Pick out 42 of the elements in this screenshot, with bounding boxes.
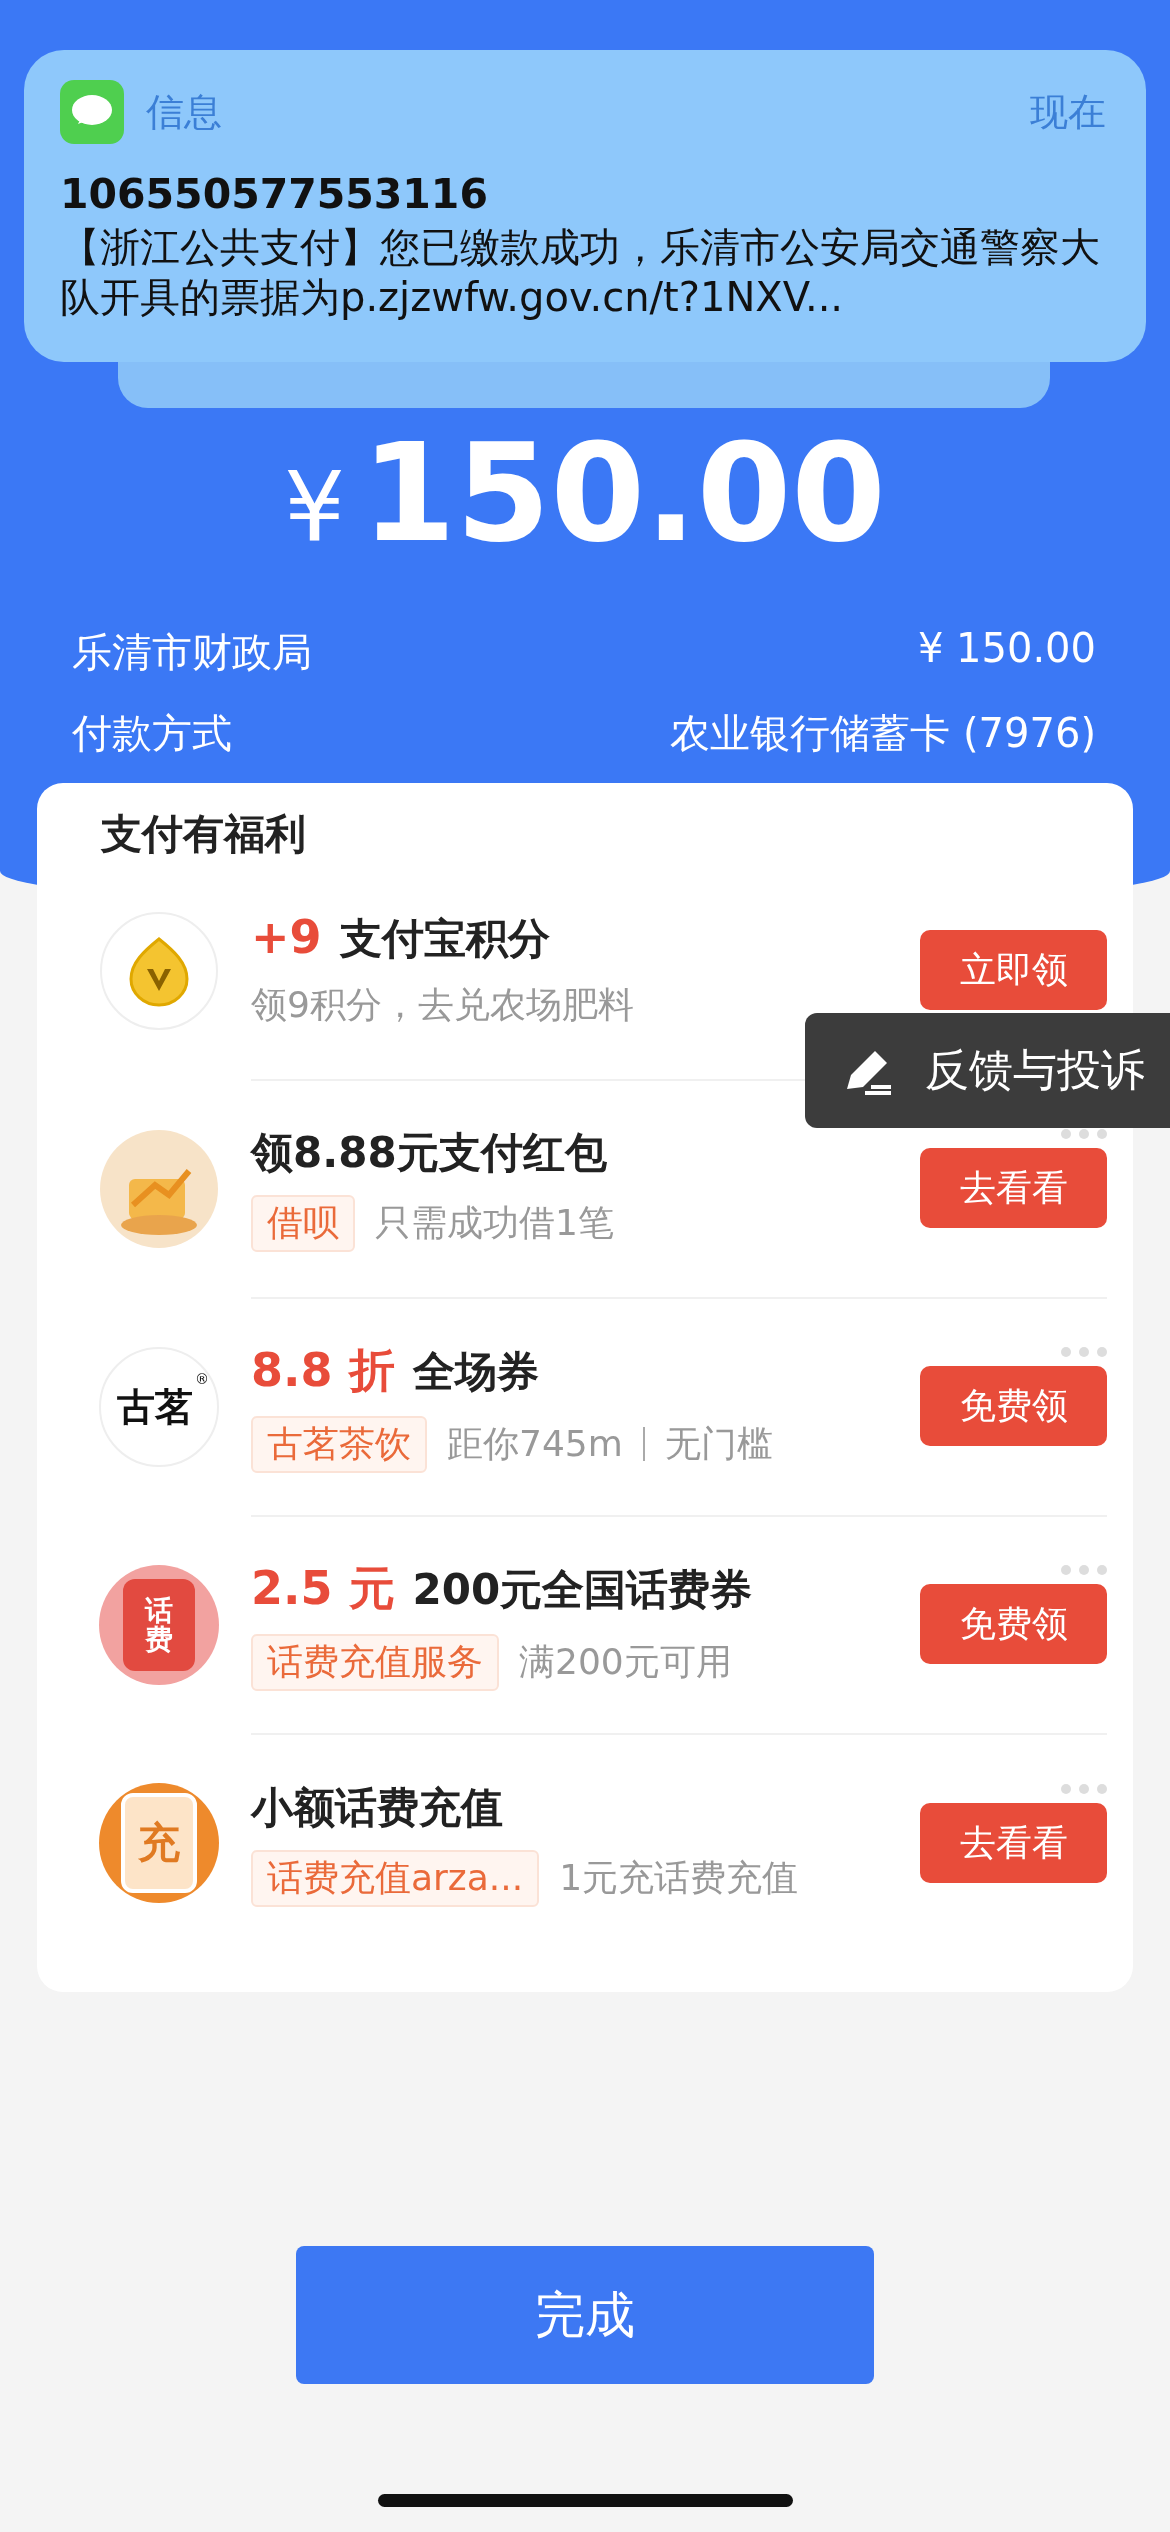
logo-text: 古茗 [117,1382,193,1431]
done-button[interactable]: 完成 [296,2246,874,2384]
benefit-title: 领8.88元支付红包 [251,1126,607,1179]
benefit-description: 领9积分，去兑农场肥料 [251,983,634,1027]
benefit-title: 小额话费充值 [251,1781,503,1834]
merchant-tag: 话费充值服务 [251,1633,499,1691]
notification-banner[interactable]: 信息 现在 106550577553116 【浙江公共支付】您已缴款成功，乐清市公安局交通警察大队开具的票据为p.zjzwfw.gov.cn/t?1NXV... [24,50,1146,362]
merchant-tag: 借呗 [251,1194,355,1252]
claim-button[interactable]: 去看看 [920,1803,1107,1883]
highlight-value: +9 [251,910,322,964]
sender-number: 106550577553116 [60,170,489,218]
benefit-title: 支付宝积分 [339,913,550,965]
trademark-mark: ® [195,1371,209,1387]
benefit-title: 200元全国话费券 [412,1563,753,1616]
merchant-tag: 话费充值arza... [251,1849,540,1907]
feedback-label: 反馈与投诉 [925,1043,1145,1097]
phone-label: 充 [121,1793,197,1893]
benefit-description: 满200元可用 [519,1639,732,1684]
currency-symbol: ¥ [284,451,346,563]
merchant-tag: 古茗茶饮 [251,1415,427,1473]
detail-value: 农业银行储蓄卡 (7976) [670,709,1096,758]
message-text: 【浙江公共支付】您已缴款成功，乐清市公安局交通警察大队开具的票据为p.zjzwfw.gov.cn/t?1NXV... [60,223,1101,322]
benefit-description: 无门槛 [664,1421,773,1466]
claim-button[interactable]: 免费领 [920,1366,1107,1446]
benefit-description: 1元充话费充值 [559,1855,799,1900]
claim-button[interactable]: 去看看 [920,1148,1107,1228]
feedback-button[interactable]: 反馈与投诉 [805,1013,1170,1128]
detail-value: ¥ 150.00 [917,625,1096,673]
amount: 150.00 [361,425,886,561]
claim-button[interactable]: 免费领 [920,1584,1107,1664]
detail-label: 付款方式 [72,709,232,758]
benefit-description: 只需成功借1笔 [375,1200,614,1245]
benefit-title: 全场券 [412,1345,539,1398]
claim-button[interactable]: 立即领 [920,930,1107,1010]
section-title: 支付有福利 [100,809,307,860]
app-name: 信息 [146,88,223,136]
benefit-description: 距你745m [447,1421,623,1466]
notification-time: 现在 [1030,88,1106,136]
highlight-value: 8.8 折 [251,1341,395,1399]
phone-label: 话费 [123,1579,195,1671]
detail-label: 乐清市财政局 [72,628,312,677]
highlight-value: 2.5 元 [251,1559,395,1617]
